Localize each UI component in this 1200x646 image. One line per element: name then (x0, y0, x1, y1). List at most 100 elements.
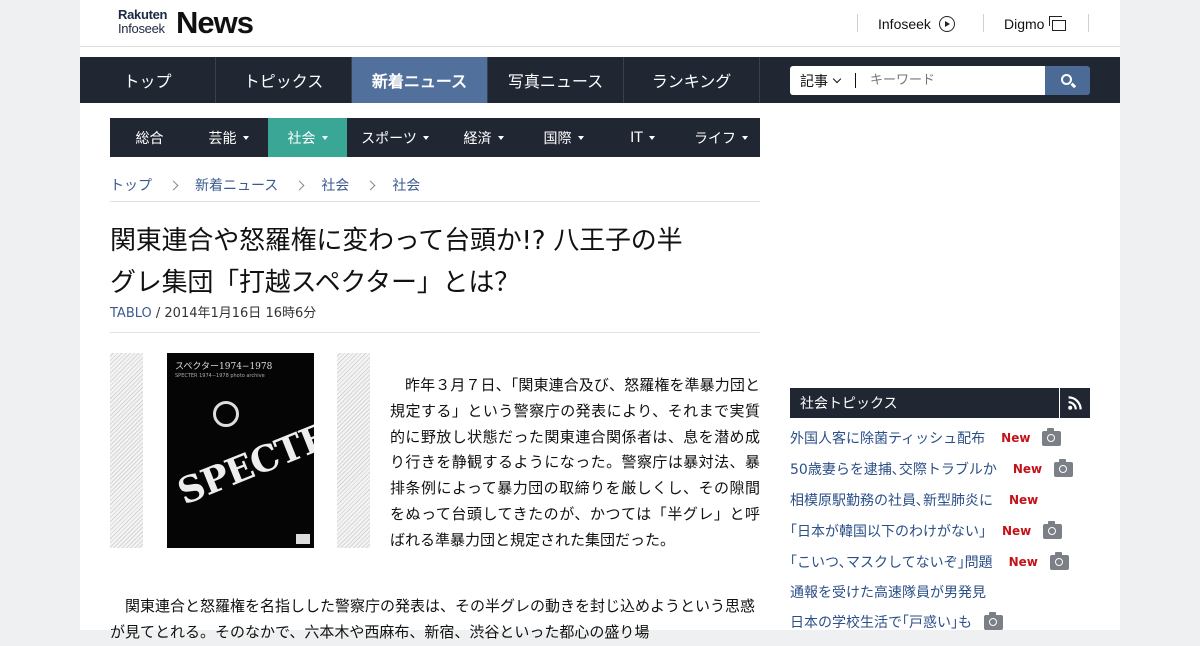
caret-down-icon (577, 135, 584, 140)
category-label: IT (630, 129, 643, 146)
topic-link[interactable]: ｢こいつ､マスクしてないぞ｣問題 New (790, 551, 1069, 572)
breadcrumb-society-sub[interactable]: 社会 (392, 175, 420, 195)
topic-link[interactable]: ｢日本が韓国以下のわけがない｣ New (790, 520, 1063, 541)
new-badge: New (1008, 555, 1038, 569)
category-general[interactable]: 総合 (110, 118, 189, 157)
site-header: Rakuten Infoseek News Infoseek Digmo (80, 0, 1120, 47)
search-input[interactable] (856, 66, 1045, 95)
new-badge: New (1012, 462, 1043, 476)
category-entertainment[interactable]: 芸能 (189, 118, 268, 157)
logo-infoseek-text: Infoseek (118, 21, 165, 36)
article-image[interactable]: スペクター1974−1978 SPECTER 1974−1978 photo a… (110, 353, 370, 548)
article-date: / 2014年1月16日 16時6分 (151, 306, 317, 321)
breadcrumb: トップ 新着ニュース 社会 社会 (110, 176, 420, 194)
society-topics-header: 社会トピックス (790, 388, 1090, 418)
nav-item-ranking[interactable]: ランキング (624, 57, 760, 103)
category-international[interactable]: 国際 (524, 118, 603, 157)
topic-title: ｢こいつ､マスクしてないぞ｣問題 (790, 555, 993, 571)
search-icon (1060, 73, 1072, 85)
publisher-mark-icon (296, 534, 310, 544)
book-cover: スペクター1974−1978 SPECTER 1974−1978 photo a… (167, 353, 314, 548)
society-topics-title: 社会トピックス (800, 396, 898, 412)
topic-link[interactable]: 外国人客に除菌ティッシュ配布 New (790, 427, 1062, 448)
header-divider (1088, 14, 1089, 32)
caret-down-icon (648, 135, 655, 140)
category-label: 経済 (463, 130, 492, 147)
nav-item-new-news[interactable]: 新着ニュース (352, 57, 488, 103)
category-society[interactable]: 社会 (268, 118, 347, 157)
rss-icon (1068, 396, 1082, 410)
camera-icon (1054, 458, 1074, 477)
external-window-icon (1049, 15, 1067, 31)
logo-rakuten-text: Rakuten (118, 7, 168, 22)
topic-title: 外国人客に除菌ティッシュ配布 (790, 431, 986, 447)
arrow-circle-icon (938, 16, 955, 32)
new-badge: New (1002, 524, 1032, 538)
new-badge: New (1009, 493, 1039, 507)
nav-item-photo-news[interactable]: 写真ニュース (488, 57, 624, 103)
search-button[interactable] (1045, 66, 1090, 95)
category-label: 芸能 (208, 130, 237, 147)
header-divider (857, 14, 858, 32)
breadcrumb-new-news[interactable]: 新着ニュース (195, 175, 278, 195)
chevron-right-icon (365, 180, 376, 190)
chevron-right-icon (168, 180, 179, 190)
article-title-line: 関東連合や怒羅権に変わって台頭か!? 八王子の半 (110, 226, 683, 256)
category-it[interactable]: IT (603, 118, 682, 157)
category-label: 社会 (287, 130, 316, 147)
divider (110, 332, 760, 333)
search-scope-label: 記事 (800, 73, 828, 90)
caret-down-icon (742, 135, 748, 140)
topic-title: 50歳妻らを逮捕､交際トラブルか (790, 462, 997, 478)
article-paragraph: 関東連合と怒羅権を名指しした警察庁の発表は、その半グレの動きを封じ込めようという… (110, 597, 756, 641)
image-frame-right (337, 353, 370, 548)
infoseek-link-label: Infoseek (878, 16, 931, 32)
image-frame-left (110, 353, 143, 548)
new-badge: New (1001, 431, 1031, 445)
digmo-link[interactable]: Digmo (1004, 14, 1067, 34)
specter-logo: SPECTER (171, 404, 314, 514)
logo-wordmark: Rakuten Infoseek (118, 7, 168, 36)
topic-link[interactable]: 日本の学校生活で｢戸惑い｣も (790, 611, 1003, 632)
category-economy[interactable]: 経済 (443, 118, 524, 157)
category-label: スポーツ (361, 130, 417, 147)
chevron-right-icon (294, 180, 305, 190)
infoseek-link[interactable]: Infoseek (878, 14, 955, 34)
rss-button[interactable] (1059, 388, 1090, 418)
page: Rakuten Infoseek News Infoseek Digmo トップ… (80, 0, 1120, 641)
category-life[interactable]: ライフ (682, 118, 760, 157)
caret-down-icon (321, 135, 328, 140)
emblem-icon (213, 401, 239, 427)
article-source-link[interactable]: TABLO (110, 306, 152, 321)
camera-icon (984, 611, 1003, 630)
topic-title: 通報を受けた高速隊員が男発見 (790, 585, 986, 601)
breadcrumb-top[interactable]: トップ (110, 175, 152, 195)
topic-title: ｢日本が韓国以下のわけがない｣ (790, 524, 986, 540)
nav-item-top[interactable]: トップ (80, 57, 216, 103)
category-label: 国際 (543, 130, 572, 147)
category-label: 総合 (135, 130, 164, 147)
search-scope-select[interactable]: 記事 (790, 66, 856, 95)
header-divider (983, 14, 984, 32)
main-nav: トップ トピックス 新着ニュース 写真ニュース ランキング 記事 (80, 57, 1120, 103)
logo-news-text: News (176, 5, 254, 40)
topic-title: 日本の学校生活で｢戸惑い｣も (790, 615, 972, 631)
nav-item-topics[interactable]: トピックス (216, 57, 352, 103)
camera-icon (1043, 520, 1063, 539)
topic-link[interactable]: 相模原駅勤務の社員､新型肺炎に New (790, 490, 1038, 510)
article-title-line: グレ集団「打越スペクター」とは？ (110, 268, 520, 298)
article-lead-paragraph: 昨年３月７日、「関東連合及び、怒羅権を準暴力団と規定する」という警察庁の発表によ… (390, 376, 760, 549)
article-title: 関東連合や怒羅権に変わって台頭か!? 八王子の半 グレ集団「打越スペクター」とは… (110, 220, 760, 304)
digmo-link-label: Digmo (1004, 16, 1045, 32)
category-nav: 総合 芸能 社会 スポーツ 経済 国際 IT ライフ (110, 118, 760, 157)
caret-down-icon (422, 135, 429, 140)
breadcrumb-society[interactable]: 社会 (321, 175, 349, 195)
topic-title: 相模原駅勤務の社員､新型肺炎に (790, 493, 993, 509)
camera-icon (1042, 427, 1062, 446)
topic-link[interactable]: 50歳妻らを逮捕､交際トラブルか New (790, 458, 1074, 479)
caret-down-icon (242, 135, 249, 140)
topic-link[interactable]: 通報を受けた高速隊員が男発見 (790, 582, 986, 602)
category-sports[interactable]: スポーツ (347, 118, 443, 157)
chevron-down-icon (832, 74, 842, 84)
article-meta: TABLO / 2014年1月16日 16時6分 (110, 302, 316, 321)
